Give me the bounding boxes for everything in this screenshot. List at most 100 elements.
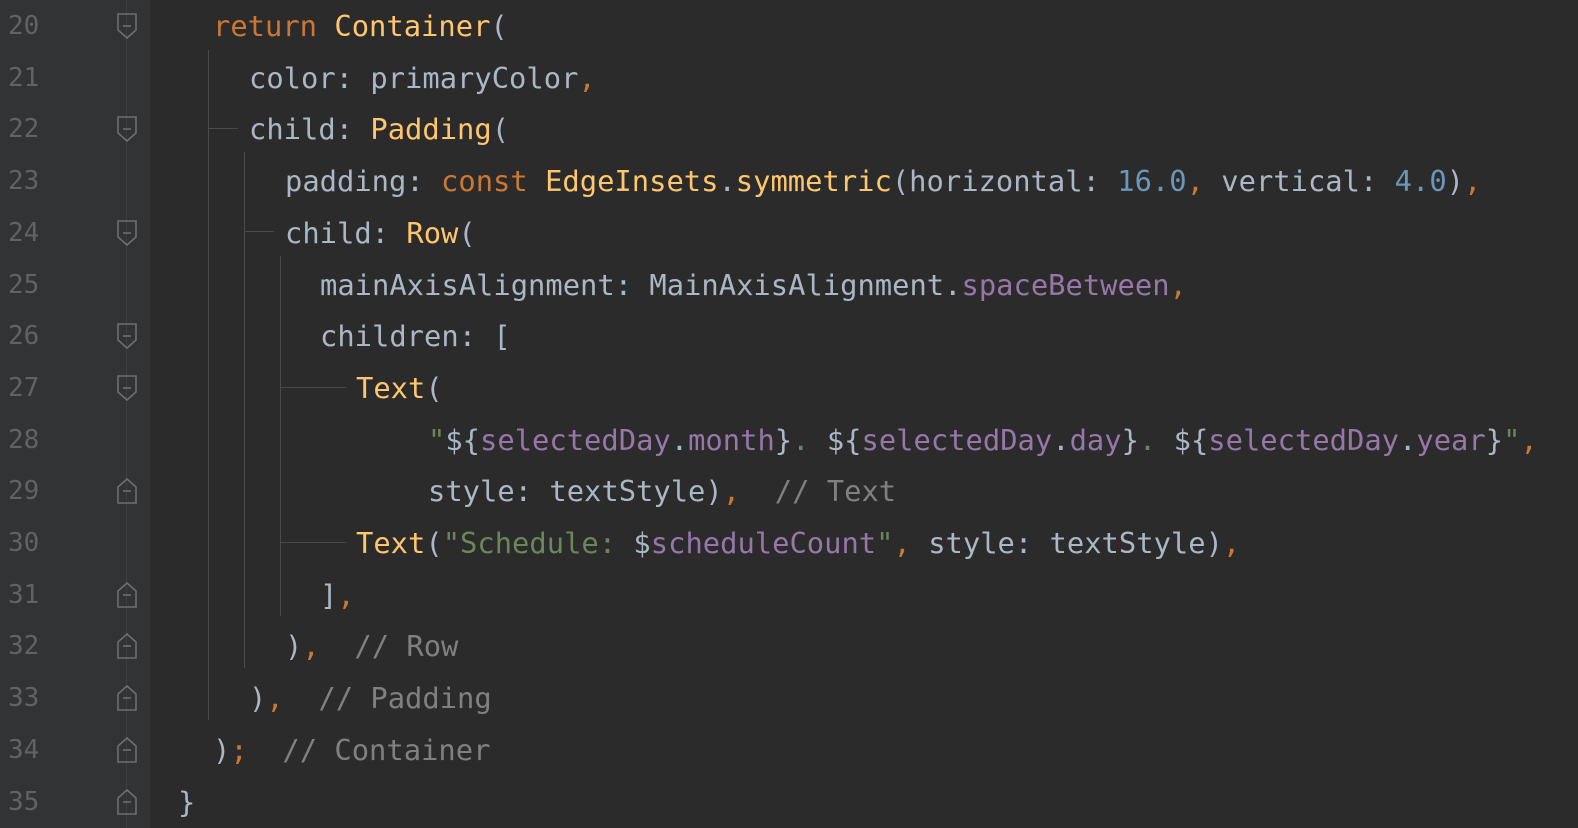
code-token: Container <box>334 9 491 43</box>
line-number: 35 <box>8 786 40 817</box>
code-line[interactable]: 32), // Row <box>0 620 1578 672</box>
code-token: ( <box>425 370 443 405</box>
code-token: ( <box>491 112 510 147</box>
fold-close-icon[interactable] <box>116 683 138 713</box>
code-token: style: textStyle) <box>428 474 723 509</box>
code-text[interactable]: mainAxisAlignment: MainAxisAlignment.spa… <box>320 268 1187 302</box>
code-token: vertical: <box>1221 164 1395 199</box>
code-line[interactable]: 28 "${selectedDay.month}. ${selectedDay.d… <box>0 414 1578 466</box>
code-line[interactable]: 20 return Container( <box>0 0 1578 52</box>
code-token: , <box>337 577 355 612</box>
code-token: ${ <box>826 422 862 457</box>
code-token: ( <box>425 526 443 560</box>
code-token: , <box>1169 267 1187 302</box>
code-text[interactable]: ), // Padding <box>249 681 492 715</box>
line-number: 22 <box>8 114 40 145</box>
code-token: ) <box>285 629 303 664</box>
code-token: year <box>1416 422 1486 457</box>
code-text[interactable]: child: Row( <box>285 216 476 250</box>
code-token: return <box>213 9 335 43</box>
code-line[interactable]: 24 child: Row( <box>0 207 1578 259</box>
code-token: mainAxisAlignment: MainAxisAlignment. <box>320 267 962 302</box>
code-token: ( <box>490 9 508 43</box>
code-token: ) <box>249 681 267 716</box>
line-number: 34 <box>8 734 40 765</box>
code-token: 4.0 <box>1394 164 1447 199</box>
code-token: month <box>688 422 775 457</box>
code-token: . <box>670 422 689 457</box>
code-text[interactable]: ), // Row <box>285 629 458 663</box>
code-line[interactable]: 27 Text( <box>0 362 1578 414</box>
fold-open-icon[interactable] <box>116 218 138 248</box>
code-line[interactable]: 26 children: [ <box>0 310 1578 362</box>
code-text[interactable]: ], <box>320 578 355 612</box>
code-text[interactable]: padding: const EdgeInsets.symmetric(hori… <box>285 164 1481 198</box>
code-text[interactable]: child: Padding( <box>249 112 509 146</box>
code-token: padding: <box>285 164 442 199</box>
code-token: // Row <box>319 629 459 664</box>
code-token: } <box>1121 422 1139 457</box>
line-number: 26 <box>8 321 40 352</box>
code-token: $ <box>633 526 651 560</box>
fold-open-icon[interactable] <box>116 321 138 351</box>
code-line[interactable]: 22 child: Padding( <box>0 103 1578 155</box>
code-text[interactable]: style: textStyle), // Text <box>428 474 896 508</box>
code-token: " <box>1503 422 1521 457</box>
code-text[interactable]: Text("Schedule: $scheduleCount", style: … <box>356 526 1240 560</box>
code-line[interactable]: 21 color: primaryColor, <box>0 52 1578 104</box>
code-text[interactable]: "${selectedDay.month}. ${selectedDay.day… <box>428 423 1538 457</box>
code-line[interactable]: 35} <box>0 776 1578 828</box>
fold-close-icon[interactable] <box>116 476 138 506</box>
code-token: EdgeInsets <box>545 164 719 199</box>
code-text[interactable]: } <box>178 785 195 819</box>
code-line[interactable]: 34 ); // Container <box>0 724 1578 776</box>
code-token: 16.0 <box>1117 164 1187 199</box>
code-editor[interactable]: 20 return Container(21 color: primaryColor… <box>0 0 1578 828</box>
code-token: ; <box>230 732 248 767</box>
fold-open-icon[interactable] <box>116 373 138 403</box>
fold-close-icon[interactable] <box>116 631 138 661</box>
code-token: , <box>302 629 320 664</box>
code-token: style: textStyle) <box>928 526 1223 560</box>
code-token: Padding <box>370 112 492 147</box>
code-text[interactable]: Text( <box>356 371 443 405</box>
code-token: , <box>578 60 596 95</box>
code-line[interactable]: 29 style: textStyle), // Text <box>0 465 1578 517</box>
code-text[interactable]: return Container( <box>213 9 508 43</box>
code-token: ${ <box>445 422 481 457</box>
code-token: } <box>178 784 196 819</box>
code-token: Row <box>406 215 459 250</box>
code-token: "Schedule: <box>442 526 634 560</box>
code-token: selectedDay <box>1208 422 1400 457</box>
code-line[interactable]: 23 padding: const EdgeInsets.symmetric(ho… <box>0 155 1578 207</box>
line-number: 32 <box>8 631 40 662</box>
fold-open-icon[interactable] <box>116 114 138 144</box>
code-token: Text <box>356 370 426 405</box>
code-token: // Padding <box>283 681 492 716</box>
code-line[interactable]: 30 Text("Schedule: $scheduleCount", style… <box>0 517 1578 569</box>
code-token: , <box>893 526 929 560</box>
code-text[interactable]: children: [ <box>320 319 511 353</box>
line-number: 20 <box>8 11 40 41</box>
code-token: , <box>1464 164 1482 199</box>
line-number: 30 <box>8 528 40 558</box>
fold-open-icon[interactable] <box>116 11 138 41</box>
code-token: } <box>774 422 793 457</box>
code-line[interactable]: 25 mainAxisAlignment: MainAxisAlignment.s… <box>0 259 1578 311</box>
code-token: " <box>428 422 446 457</box>
code-text[interactable]: color: primaryColor, <box>249 61 596 95</box>
code-token: color: primaryColor <box>249 60 579 95</box>
line-number: 28 <box>8 424 40 455</box>
code-token: . <box>718 164 736 199</box>
code-text[interactable]: ); // Container <box>213 733 490 767</box>
code-token: , <box>722 474 741 509</box>
fold-close-icon[interactable] <box>116 580 138 610</box>
code-token: ) <box>213 732 231 767</box>
code-line[interactable]: 33), // Padding <box>0 672 1578 724</box>
fold-close-icon[interactable] <box>116 735 138 765</box>
line-number: 23 <box>8 166 40 197</box>
fold-close-icon[interactable] <box>116 787 138 817</box>
code-token: , <box>266 681 284 716</box>
code-token: child: <box>249 112 371 147</box>
code-line[interactable]: 31], <box>0 569 1578 621</box>
